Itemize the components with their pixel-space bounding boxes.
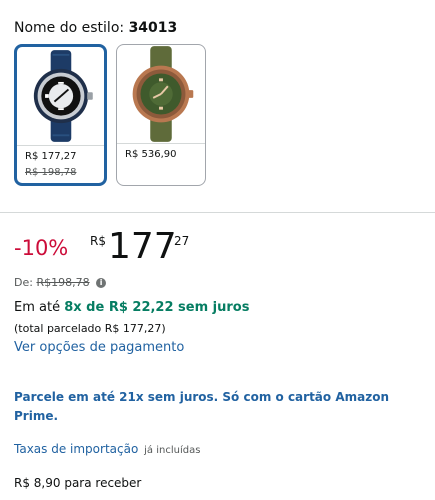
discount-percentage: -10% [14, 236, 69, 260]
variant-divider [17, 145, 104, 146]
style-variant-list: R$ 177,27 R$ 198,78 R$ 536,90 [14, 44, 434, 188]
variant-divider [117, 143, 205, 144]
info-icon[interactable]: i [96, 278, 107, 288]
style-name-label: Nome do estilo: [14, 20, 129, 36]
price-currency: R$ [90, 234, 106, 248]
variant-green-watch[interactable]: R$ 536,90 [116, 44, 206, 186]
payment-options-link[interactable]: Ver opções de pagamento [14, 340, 184, 355]
blue-watch-image [33, 50, 93, 142]
installment-terms: 8x de R$ 22,22 sem juros [64, 300, 250, 315]
import-tax-info: Taxas de importação já incluídas [14, 442, 200, 456]
variant-price: R$ 177,27 [25, 151, 77, 162]
list-price-label: De: [14, 276, 37, 289]
installment-prefix: Em até [14, 300, 65, 315]
import-tax-note: já incluídas [144, 445, 201, 456]
style-name-header: Nome do estilo: 34013 [14, 20, 177, 36]
installment-total: (total parcelado R$ 177,27) [14, 322, 166, 335]
list-price-value: R$198,78 [36, 276, 90, 289]
green-bronze-watch-image [132, 46, 194, 142]
section-divider [0, 212, 435, 213]
list-price: De: R$198,78 i [14, 276, 107, 289]
variant-blue-watch[interactable]: R$ 177,27 R$ 198,78 [14, 44, 107, 186]
prime-installment-promo[interactable]: Parcele em até 21x sem juros. Só com o c… [14, 388, 424, 426]
price-cents: 27 [174, 234, 190, 248]
style-name-value: 34013 [128, 20, 178, 36]
import-tax-link[interactable]: Taxas de importação [14, 442, 138, 456]
price-whole: 177 [108, 226, 177, 267]
shipping-price: R$ 8,90 para receber [14, 476, 142, 490]
installment-offer: Em até 8x de R$ 22,22 sem juros [14, 300, 249, 315]
variant-price: R$ 536,90 [125, 149, 177, 160]
variant-old-price: R$ 198,78 [25, 167, 77, 178]
